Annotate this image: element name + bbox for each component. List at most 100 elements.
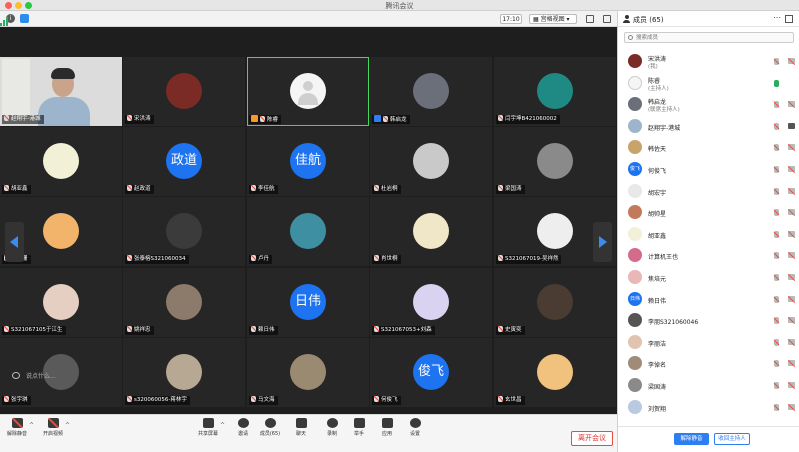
member-row[interactable]: 日伟 赖日伟 [618,289,799,310]
participant-tile[interactable]: 马文海 [247,338,369,407]
member-row[interactable]: 赵翔宇-港城 [618,116,799,137]
unmute-button[interactable]: 解除静音 ^ [2,418,34,437]
member-row[interactable]: 胡宏宇 [618,181,799,202]
microphone-muted-icon[interactable] [774,404,779,411]
microphone-muted-icon[interactable] [774,382,779,389]
participant-tile[interactable]: 张泰榕S321060034 [123,197,245,266]
microphone-muted-icon[interactable] [774,144,779,151]
member-row[interactable]: 胡帅星 [618,202,799,223]
camera-off-icon[interactable] [788,404,795,410]
member-row[interactable]: 梁国涛 [618,375,799,396]
invite-button[interactable]: 邀请 [228,418,258,437]
participant-tile[interactable]: 闫宇坤B421060002 [494,57,616,126]
popout-window-icon[interactable] [785,15,793,23]
participant-tile[interactable]: 姚祥忠 [123,268,245,337]
view-mode-button[interactable]: ▦ 宫格视图 ▾ [529,14,577,24]
member-row[interactable]: 宋洪涛 (我) [618,51,799,72]
member-row[interactable]: 李倬名 [618,353,799,374]
member-row[interactable]: 李丽洁 [618,332,799,353]
member-row[interactable]: 李朋S321060046 [618,310,799,331]
participant-name-tag: 韩启龙 [372,115,410,124]
member-row[interactable]: 计算机王也 [618,245,799,266]
record-button[interactable]: 录制 [317,418,347,437]
member-row[interactable]: 刘贺翔 [618,397,799,418]
microphone-muted-icon[interactable] [774,317,779,324]
participant-tile[interactable]: S321067053+刘森 [370,268,492,337]
camera-off-icon[interactable] [788,209,795,215]
chevron-up-icon[interactable]: ^ [65,422,70,429]
participant-tile[interactable]: 宋洪涛 [123,57,245,126]
leave-meeting-button[interactable]: 离开会议 [571,431,613,446]
participant-tile[interactable]: 梁国涛 [494,127,616,196]
microphone-muted-icon[interactable] [774,296,779,303]
participant-tile[interactable]: S321067105于江生 [0,268,122,337]
member-row[interactable]: 韩启龙 (联席主持人) [618,94,799,115]
microphone-muted-icon[interactable] [774,231,779,238]
camera-off-icon[interactable] [788,101,795,107]
camera-off-icon[interactable] [788,274,795,280]
participant-tile[interactable]: 佳航 李佳航 [247,127,369,196]
chevron-up-icon[interactable]: ^ [220,422,225,429]
fullscreen-icon[interactable] [586,15,594,23]
chat-quick-input[interactable]: 说点什么... [12,371,102,382]
participant-tile[interactable]: 胡亚鑫 [0,127,122,196]
member-row[interactable]: 胡亚鑫 [618,224,799,245]
camera-off-icon[interactable] [788,360,795,366]
more-options-icon[interactable]: ⋯ [773,13,781,22]
microphone-muted-icon[interactable] [774,101,779,108]
camera-icon[interactable] [788,123,795,129]
microphone-icon[interactable] [774,80,779,87]
camera-off-icon[interactable] [788,58,795,64]
camera-off-icon[interactable] [788,231,795,237]
reclaim-host-button[interactable]: 收回主持人 [714,433,750,445]
participant-tile[interactable]: 肖世桐 [370,197,492,266]
chevron-up-icon[interactable]: ^ [29,422,34,429]
microphone-muted-icon[interactable] [774,188,779,195]
participant-tile[interactable]: 赵翔宇-港城 [0,57,122,126]
camera-off-icon[interactable] [788,317,795,323]
microphone-muted-icon[interactable] [774,123,779,130]
unmute-all-button[interactable]: 解除静音 [674,433,709,445]
camera-off-icon[interactable] [788,188,795,194]
participant-tile[interactable]: 杜岩桐 [370,127,492,196]
settings-button[interactable]: 设置 [400,418,430,437]
member-row[interactable]: 俊飞 何俊飞 [618,159,799,180]
participant-tile[interactable]: 政道 赵政道 [123,127,245,196]
microphone-muted-icon[interactable] [774,274,779,281]
member-row[interactable]: 陈睿 (主持人) [618,73,799,94]
camera-off-icon[interactable] [788,339,795,345]
camera-off-icon[interactable] [788,144,795,150]
share-screen-button[interactable]: 共享屏幕 ^ [193,418,225,437]
microphone-muted-icon[interactable] [774,339,779,346]
raise-hand-button[interactable]: 举手 [344,418,374,437]
member-search-input[interactable] [636,33,786,42]
microphone-muted-icon[interactable] [774,209,779,216]
camera-off-icon[interactable] [788,252,795,258]
participant-tile[interactable]: 卢丹 [247,197,369,266]
microphone-muted-icon[interactable] [774,166,779,173]
participant-tile[interactable]: 陈睿 [247,57,369,126]
microphone-muted-icon[interactable] [774,58,779,65]
camera-off-icon[interactable] [788,296,795,302]
participant-tile[interactable]: 日伟 赖日伟 [247,268,369,337]
participant-tile[interactable]: 韩启龙 [370,57,492,126]
start-video-button[interactable]: 开启视频 ^ [38,418,70,437]
participant-tile[interactable]: 俊飞 何俊飞 [370,338,492,407]
participant-tile[interactable]: 玄世昌 [494,338,616,407]
next-page-button[interactable] [593,222,612,262]
chat-button[interactable]: 聊天 [286,418,316,437]
apps-button[interactable]: 应用 [372,418,402,437]
members-button[interactable]: 成员(65) [255,418,285,437]
sidebar-toggle-icon[interactable] [603,15,611,23]
member-search-box[interactable] [624,32,794,43]
participant-tile[interactable]: s320060056-蒋林宇 [123,338,245,407]
shield-icon[interactable] [20,14,29,23]
microphone-muted-icon[interactable] [774,360,779,367]
member-row[interactable]: 韩佐天 [618,137,799,158]
camera-off-icon[interactable] [788,382,795,388]
member-row[interactable]: 焦培元 [618,267,799,288]
microphone-muted-icon[interactable] [774,252,779,259]
participant-tile[interactable]: 史寅奕 [494,268,616,337]
previous-page-button[interactable] [5,222,24,262]
camera-off-icon[interactable] [788,166,795,172]
